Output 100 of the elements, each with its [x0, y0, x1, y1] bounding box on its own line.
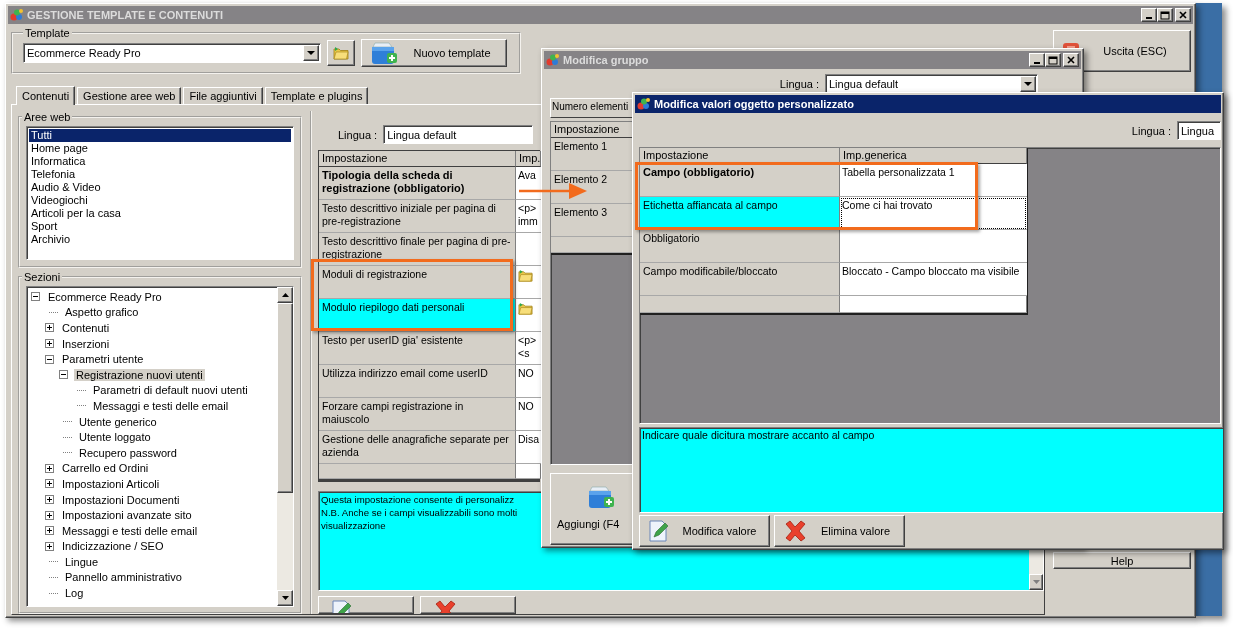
maximize-icon	[1160, 10, 1170, 20]
close-icon	[1179, 11, 1187, 19]
tree-item[interactable]: Parametri di default nuovi utenti	[91, 384, 250, 397]
tree-item[interactable]: Utente loggato	[77, 431, 153, 444]
list-item[interactable]: Audio & Video	[29, 181, 291, 194]
table-cell[interactable]: Tipologia della scheda di registrazione (obbligatorio)	[319, 167, 516, 200]
language-field[interactable]: Lingua default	[383, 125, 534, 144]
tree-item[interactable]: Messaggi e testi delle email	[91, 399, 231, 412]
list-item[interactable]: Archivio	[29, 233, 291, 246]
help-button[interactable]: Help	[1053, 552, 1191, 569]
maximize-icon	[1048, 55, 1058, 65]
group-label: Aree web	[23, 111, 72, 123]
list-item[interactable]: Informatica	[29, 155, 291, 168]
arrow-up-icon	[281, 293, 289, 297]
expand-icon[interactable]	[45, 323, 54, 333]
tree-item[interactable]: Impostazioni Articoli	[60, 477, 162, 490]
list-item[interactable]: Tutti	[29, 129, 291, 142]
box-plus-icon	[587, 484, 615, 510]
close-icon	[1067, 56, 1075, 64]
dropdown-button[interactable]	[303, 45, 319, 61]
collapse-icon[interactable]	[45, 354, 54, 364]
minimize-button[interactable]	[1029, 53, 1045, 67]
table-cell[interactable]: Moduli di registrazione	[319, 266, 516, 299]
list-item[interactable]: Videogiochi	[29, 194, 291, 207]
scroll-up-button[interactable]	[277, 287, 293, 303]
arrow-annotation	[519, 183, 587, 199]
delete-button[interactable]	[420, 596, 516, 614]
scroll-down-button[interactable]	[1029, 574, 1043, 590]
tree-item[interactable]: Ecommerce Ready Pro	[46, 290, 164, 303]
language-dropdown[interactable]: Lingua default	[825, 74, 1038, 94]
tree-item[interactable]: Inserzioni	[60, 337, 112, 350]
scroll-down-button[interactable]	[277, 590, 293, 606]
tree-item[interactable]: Lingue	[63, 555, 101, 568]
folder-icon	[333, 45, 349, 61]
dropdown-button[interactable]	[1020, 76, 1036, 92]
tree-item[interactable]: Carrello ed Ordini	[60, 462, 151, 475]
maximize-button[interactable]	[1157, 8, 1173, 22]
tree-item[interactable]: Indicizzazione / SEO	[60, 540, 166, 553]
tree-item[interactable]: Parametri utente	[60, 353, 146, 366]
arrow-down-icon	[1032, 580, 1040, 584]
table-cell[interactable]: Gestione delle anagrafiche separate per azienda	[319, 431, 516, 464]
tree-item[interactable]: Log	[63, 587, 86, 600]
table-cell[interactable]: Obbligatorio	[640, 230, 840, 263]
expand-icon[interactable]	[45, 339, 54, 349]
list-item[interactable]: Articoli per la casa	[29, 207, 291, 220]
tree-item[interactable]: Aspetto grafico	[63, 306, 141, 319]
list-item[interactable]: Telefonia	[29, 168, 291, 181]
tab[interactable]: Contenuti	[16, 86, 76, 105]
tree-item[interactable]: Messaggi e testi delle email	[60, 524, 200, 537]
minimize-button[interactable]	[1141, 8, 1157, 22]
table-cell[interactable]: Campo (obbligatorio)	[640, 164, 840, 197]
delete-button[interactable]: Elimina valore	[774, 515, 905, 547]
tree-item[interactable]: Utente generico	[77, 415, 159, 428]
expand-icon[interactable]	[45, 541, 54, 551]
list-item[interactable]: Sport	[29, 220, 291, 233]
open-folder-button[interactable]	[327, 40, 355, 66]
collapse-icon[interactable]	[31, 292, 40, 302]
list-item[interactable]: Home page	[29, 142, 291, 155]
edit-button[interactable]: Modifica valore	[639, 515, 770, 547]
collapse-icon[interactable]	[59, 370, 68, 380]
table-cell[interactable]: Testo descrittivo iniziale per pagina di pre-registrazione	[319, 200, 516, 233]
expand-icon[interactable]	[45, 463, 54, 473]
tree-item[interactable]: Impostazioni Documenti	[60, 493, 182, 506]
field-label: Lingua :	[779, 78, 819, 90]
tab[interactable]: Gestione aree web	[77, 87, 182, 104]
edit-button[interactable]	[318, 596, 414, 614]
language-field[interactable]: Lingua	[1177, 121, 1221, 140]
new-template-button[interactable]: Nuovo template	[361, 39, 507, 67]
folder-icon	[518, 268, 533, 283]
expand-icon[interactable]	[45, 526, 54, 536]
tab[interactable]: File aggiuntivi	[183, 87, 263, 104]
tab[interactable]: Template e plugins	[264, 87, 369, 104]
expand-icon[interactable]	[45, 510, 54, 520]
column-header: Imp.	[516, 151, 541, 167]
app-icon	[546, 53, 560, 67]
maximize-button[interactable]	[1045, 53, 1061, 67]
table-cell: <p> <s	[516, 332, 541, 365]
tree-item[interactable]: Pannello amministrativo	[63, 571, 184, 584]
template-dropdown[interactable]: Ecommerce Ready Pro	[23, 43, 321, 63]
expand-icon[interactable]	[45, 479, 54, 489]
close-button[interactable]	[1063, 53, 1079, 67]
close-button[interactable]	[1175, 8, 1191, 22]
expand-icon[interactable]	[45, 495, 54, 504]
tree-item[interactable]: Impostazioni avanzate sito	[60, 509, 194, 522]
tree-item[interactable]: Registrazione nuovi utenti	[74, 368, 205, 381]
table-cell: Disa	[516, 431, 541, 464]
scrollbar-thumb[interactable]	[277, 303, 293, 493]
table-cell[interactable]: Testo per userID gia' esistente	[319, 332, 516, 365]
caret-icon	[307, 50, 315, 56]
table-cell[interactable]: Utilizza indirizzo email come userID	[319, 365, 516, 398]
tree-item[interactable]: Recupero password	[77, 446, 179, 459]
window-title: Modifica valori oggetto personalizzato	[654, 98, 854, 110]
folder-icon	[518, 301, 533, 316]
group-label: Template	[24, 27, 71, 39]
table-cell[interactable]: Campo modificabile/bloccato	[640, 263, 840, 296]
tree-item[interactable]: Contenuti	[60, 322, 112, 334]
table-cell[interactable]: Modulo riepilogo dati personali	[319, 299, 516, 332]
table-cell[interactable]: Forzare campi registrazione in maiuscolo	[319, 398, 516, 431]
field-label: Lingua :	[338, 128, 378, 141]
description-text: Indicare quale dicitura mostrare accanto al campo	[641, 428, 876, 444]
